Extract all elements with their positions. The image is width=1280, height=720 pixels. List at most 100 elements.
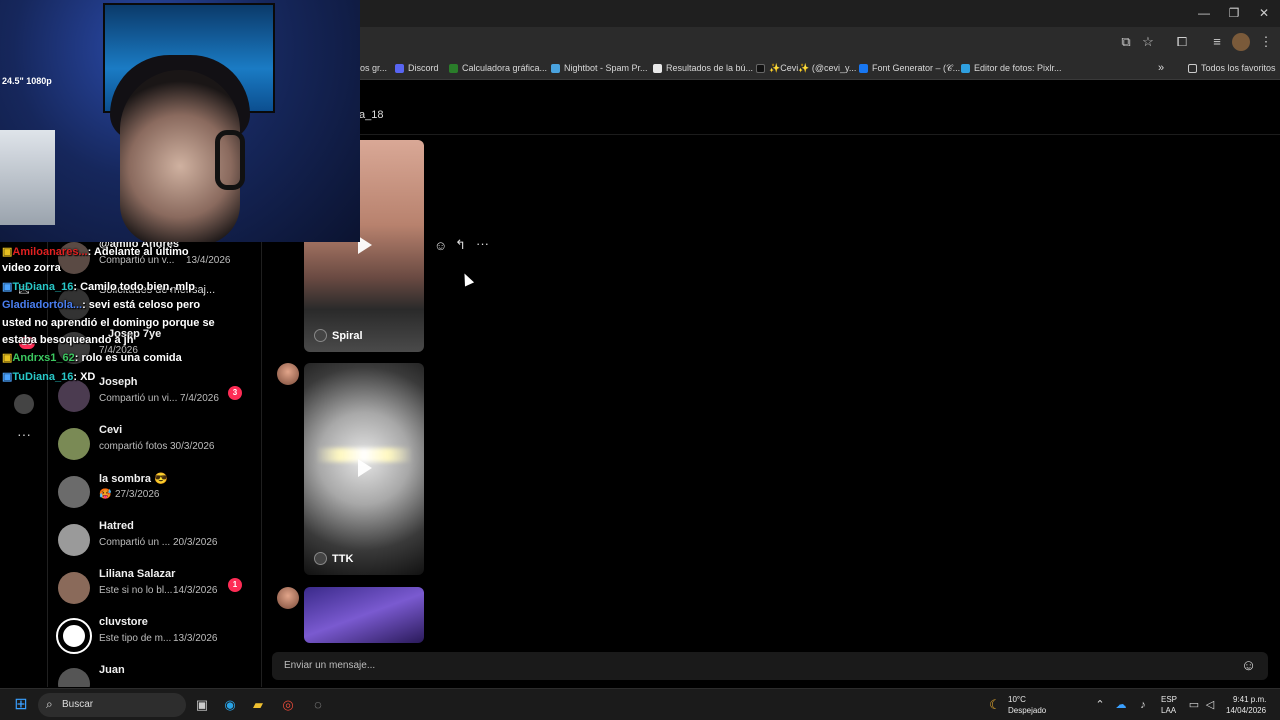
windows-start-icon[interactable]: ⊞ (11, 695, 31, 715)
conversation-name: cluvstore (99, 616, 148, 628)
conversation-date: 30/3/2026 (170, 441, 215, 452)
more-actions-icon[interactable]: ··· (476, 236, 489, 251)
video-author: Spiral (314, 329, 363, 342)
chrome-icon[interactable]: ◎ (278, 695, 298, 715)
minimize-button[interactable]: — (1189, 4, 1219, 22)
onedrive-icon[interactable]: ☁ (1111, 695, 1131, 715)
chat-message: Gladiadortola...: sevi está celoso pero (2, 299, 201, 311)
conversation-preview: Este si no lo bl... (99, 585, 173, 596)
task-view-icon[interactable]: ▣ (192, 695, 212, 715)
conversation-date: 7/4/2026 (180, 393, 219, 404)
pixlr-icon (961, 63, 970, 73)
bookmark-item[interactable]: Calculadora gráfica... (449, 60, 547, 76)
chat-message: estaba besoqueando a jh (2, 334, 134, 346)
avatar (58, 476, 90, 508)
conversation-date: 20/3/2026 (173, 537, 218, 548)
conversation-preview: Compartió un ... (99, 537, 171, 548)
bookmark-item[interactable]: os gr... (360, 60, 387, 76)
bookmark-star-icon[interactable]: ☆ (1139, 33, 1157, 51)
language-indicator[interactable]: ESP (1161, 695, 1177, 705)
reply-icon[interactable]: ↰ (455, 237, 466, 253)
unread-badge: 1 (228, 578, 242, 592)
monitor-label: 24.5" 1080p (2, 76, 52, 86)
weather-temp[interactable]: 10°C (1008, 695, 1026, 705)
conversation-item[interactable]: Liliana Salazar Este si no lo bl... 14/3… (58, 566, 253, 610)
folder-icon (1188, 63, 1197, 73)
chat-message: usted no aprendió el domingo porque se (2, 317, 215, 329)
clock-time[interactable]: 9:41 p.m. (1233, 695, 1266, 705)
media-control-icon[interactable]: ≡ (1208, 33, 1226, 51)
chat-message: ▣Amiloanares...: Adelante al último (2, 246, 189, 258)
keyboard-layout[interactable]: LAA (1161, 706, 1176, 716)
conversation-item[interactable]: Hatred Compartió un ... 20/3/2026 (58, 518, 253, 562)
discord-icon (395, 63, 404, 73)
conversation-preview: Este tipo de m... (99, 633, 172, 644)
unread-badge: 3 (228, 386, 242, 400)
conversation-name: Hatred (99, 520, 134, 532)
search-icon: ⌕ (46, 697, 53, 711)
bookmark-item[interactable]: Discord (395, 60, 439, 76)
close-button[interactable]: ✕ (1249, 4, 1279, 22)
avatar (58, 428, 90, 460)
play-icon (358, 459, 372, 477)
volume-icon[interactable]: ◁ (1200, 695, 1220, 715)
sender-avatar[interactable] (277, 363, 299, 385)
chat-header: a_18 (262, 100, 1280, 135)
headphones (215, 130, 245, 190)
weather-moon-icon: ☾ (989, 697, 1001, 712)
chat-message: ▣TuDiana_16: Camilo todo bien, mlp (2, 281, 195, 293)
video-message[interactable]: TTK (304, 363, 424, 575)
edge-icon[interactable]: ◉ (220, 695, 240, 715)
tiktok-icon (756, 63, 765, 73)
conversation-item[interactable]: Juan (58, 662, 253, 687)
conversation-item[interactable]: cluvstore Este tipo de m... 13/3/2026 (56, 614, 253, 658)
facebook-icon (859, 63, 868, 73)
author-avatar (314, 329, 327, 342)
message-placeholder: Enviar un mensaje... (284, 660, 376, 671)
search-label: Buscar (62, 699, 94, 710)
chat-message: ▣TuDiana_16: XD (2, 371, 96, 383)
maximize-button[interactable]: ❐ (1219, 4, 1249, 22)
conversation-item[interactable]: Cevi compartió fotos 30/3/2026 (58, 422, 253, 466)
bookmark-item[interactable]: Resultados de la bú... (653, 60, 753, 76)
browser-menu-icon[interactable]: ⋮ (1257, 33, 1275, 51)
install-app-icon[interactable]: ⧉ (1117, 33, 1135, 51)
conversation-preview: Compartió un vi... (99, 393, 178, 404)
video-message[interactable] (304, 587, 424, 643)
conversation-name: Joseph (99, 376, 138, 388)
document-icon (653, 63, 662, 73)
bookmark-item[interactable]: Editor de fotos: Pixlr... (961, 60, 1062, 76)
message-input[interactable]: Enviar un mensaje... ☺ (272, 652, 1268, 680)
sender-avatar[interactable] (277, 587, 299, 609)
chat-message: video zorra (2, 262, 61, 274)
bookmark-item[interactable]: Nightbot - Spam Pr... (551, 60, 648, 76)
app-icon[interactable]: ◌ (308, 695, 328, 715)
profile-nav-icon[interactable] (14, 394, 34, 414)
bookmark-item[interactable]: Font Generator – (𝒞... (859, 60, 960, 76)
all-favorites-button[interactable]: Todos los favoritos (1188, 60, 1276, 76)
weather-desc[interactable]: Despejado (1008, 706, 1046, 716)
clock-date[interactable]: 14/04/2026 (1226, 706, 1266, 716)
avatar (56, 618, 92, 654)
microphone-icon[interactable]: ♪ (1133, 695, 1153, 715)
emoji-icon[interactable]: ☺ (1241, 657, 1256, 674)
extensions-icon[interactable]: ⧠ (1173, 33, 1191, 51)
conversation-item[interactable]: la sombra 😎 🥵 27/3/2026 (58, 470, 253, 514)
play-icon (358, 236, 372, 254)
author-avatar (314, 552, 327, 565)
more-nav-icon[interactable]: ··· (14, 424, 34, 444)
profile-avatar[interactable] (1232, 33, 1250, 51)
conversation-date: 13/3/2026 (173, 633, 218, 644)
more-bookmarks-button[interactable]: » (1158, 60, 1164, 76)
react-icon[interactable]: ☺ (434, 238, 447, 253)
file-explorer-icon[interactable]: ▰ (248, 695, 268, 715)
calculator-icon (449, 63, 458, 73)
chevron-up-icon[interactable]: ⌃ (1090, 695, 1110, 715)
conversation-date: 13/4/2026 (186, 255, 231, 266)
conversation-name: Liliana Salazar (99, 568, 176, 580)
chat-message: ▣Andrxs1_62: rolo es una comida (2, 352, 182, 364)
bookmark-item[interactable]: ✨Cevi✨ (@cevi_y... (756, 60, 856, 76)
conversation-name: Cevi (99, 424, 123, 436)
avatar (58, 572, 90, 604)
taskbar-search[interactable]: ⌕ Buscar (38, 693, 186, 717)
